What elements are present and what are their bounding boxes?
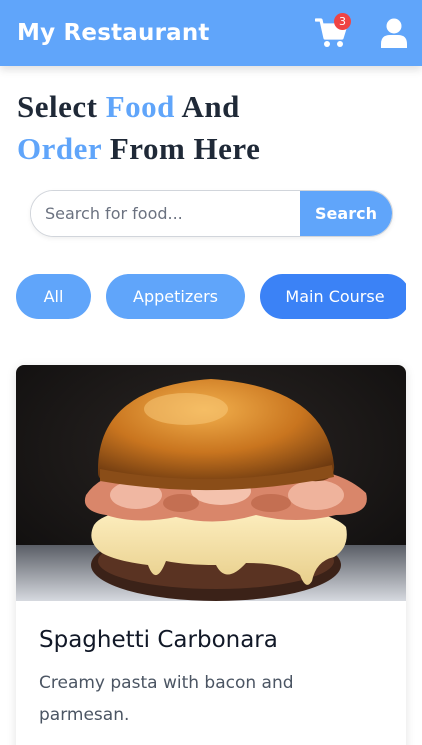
- hero-word-order: Order: [17, 131, 102, 166]
- hero-heading: Select Food And Order From Here: [17, 86, 407, 170]
- cart-button[interactable]: 3: [315, 13, 351, 50]
- hero-word-from-here: From Here: [109, 131, 261, 166]
- search-input[interactable]: [31, 191, 300, 236]
- menu-item-card[interactable]: Spaghetti Carbonara Creamy pasta with ba…: [16, 365, 406, 745]
- menu-item-body: Spaghetti Carbonara Creamy pasta with ba…: [16, 601, 406, 731]
- menu-item-image: [16, 365, 406, 601]
- menu-item-title: Spaghetti Carbonara: [39, 627, 278, 653]
- category-filter-bar: All Appetizers Main Course: [16, 274, 406, 320]
- hero-word-food: Food: [105, 89, 175, 124]
- category-main-course-button[interactable]: Main Course: [260, 274, 406, 319]
- hero-word-select: Select: [17, 89, 98, 124]
- header-actions: 3: [315, 13, 407, 50]
- brand-title[interactable]: My Restaurant: [17, 20, 210, 46]
- cart-count-badge: 3: [334, 13, 351, 30]
- user-icon[interactable]: [381, 18, 407, 48]
- hero-word-and: And: [181, 89, 240, 124]
- category-all-button[interactable]: All: [16, 274, 91, 319]
- category-appetizers-button[interactable]: Appetizers: [106, 274, 245, 319]
- search-bar: Search: [30, 190, 393, 237]
- menu-item-description: Creamy pasta with bacon and parmesan.: [39, 673, 294, 725]
- app-header: My Restaurant 3: [0, 0, 422, 66]
- search-button[interactable]: Search: [300, 191, 392, 236]
